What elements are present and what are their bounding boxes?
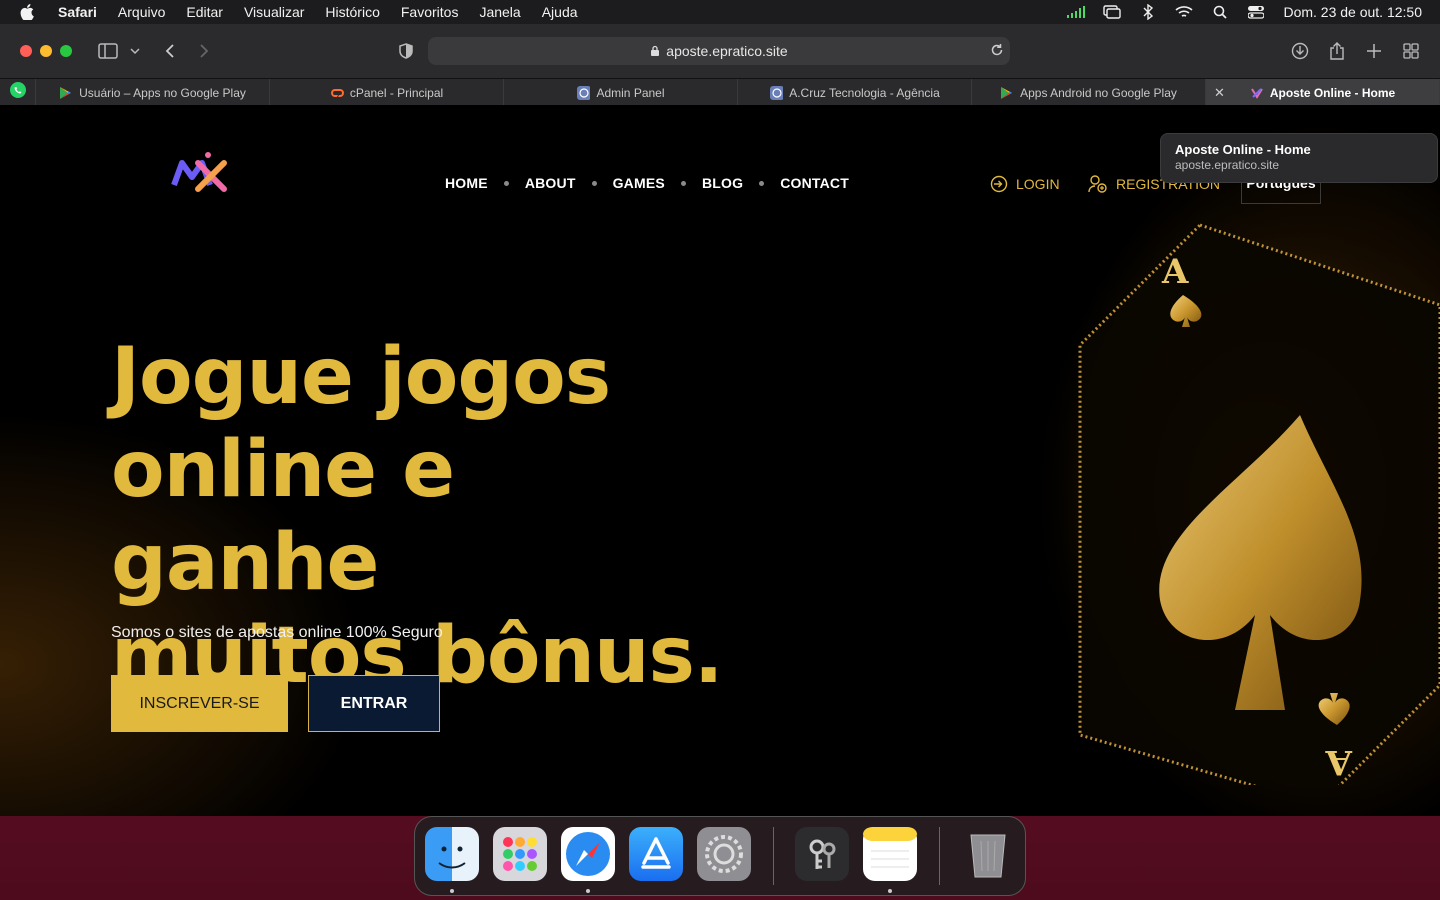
nav-about[interactable]: ABOUT (525, 175, 576, 191)
svg-text:A: A (1325, 742, 1353, 782)
menu-app-name[interactable]: Safari (58, 4, 97, 20)
tab-tooltip: Aposte Online - Home aposte.epratico.sit… (1160, 133, 1438, 183)
signup-button[interactable]: INSCREVER-SE (111, 675, 288, 732)
wifi-icon[interactable] (1175, 4, 1193, 20)
tab-usuario-apps[interactable]: Usuário – Apps no Google Play (36, 79, 270, 106)
nav-games[interactable]: GAMES (613, 175, 665, 191)
site-icon (769, 85, 784, 100)
launchpad-icon[interactable] (493, 827, 547, 881)
browser-toolbar: aposte.epratico.site (0, 24, 1440, 78)
nav-contact[interactable]: CONTACT (780, 175, 849, 191)
notes-icon[interactable] (863, 827, 917, 881)
web-page: HOME ABOUT GAMES BLOG CONTACT LOGIN REGI… (0, 105, 1440, 816)
menu-clock[interactable]: Dom. 23 de out. 12:50 (1283, 4, 1422, 20)
signal-strength-icon[interactable] (1067, 4, 1086, 20)
address-bar[interactable]: aposte.epratico.site (428, 37, 1010, 65)
downloads-icon[interactable] (1288, 39, 1312, 63)
finder-icon[interactable] (425, 827, 479, 881)
sidebar-toggle-icon[interactable] (96, 39, 120, 63)
tab-label: Usuário – Apps no Google Play (79, 85, 246, 100)
bluetooth-icon[interactable] (1139, 4, 1157, 20)
menu-ajuda[interactable]: Ajuda (542, 4, 578, 20)
nav-separator (591, 180, 597, 186)
menu-editar[interactable]: Editar (186, 4, 223, 20)
tab-apps-android[interactable]: Apps Android no Google Play (972, 79, 1206, 106)
menu-arquivo[interactable]: Arquivo (118, 4, 165, 20)
tooltip-title: Aposte Online - Home (1175, 142, 1311, 157)
privacy-shield-icon[interactable] (394, 39, 418, 63)
tab-label: Admin Panel (596, 85, 665, 100)
dock-separator (773, 827, 774, 885)
login-icon (990, 175, 1008, 193)
menu-bar: Safari Arquivo Editar Visualizar Históri… (0, 0, 1440, 24)
google-play-icon (1000, 86, 1014, 100)
menu-historico[interactable]: Histórico (325, 4, 379, 20)
tab-cpanel[interactable]: cPanel - Principal (270, 79, 504, 106)
running-indicator (888, 889, 892, 893)
whatsapp-icon (9, 81, 27, 104)
keychain-icon[interactable] (795, 827, 849, 881)
tab-label: Aposte Online - Home (1269, 85, 1396, 100)
hero-title-line: Jogue jogos (111, 332, 611, 422)
menu-visualizar[interactable]: Visualizar (244, 4, 304, 20)
spotlight-search-icon[interactable] (1211, 4, 1229, 20)
site-icon (576, 85, 591, 100)
google-play-icon (59, 86, 73, 100)
menu-janela[interactable]: Janela (479, 4, 520, 20)
hero-title: Jogue jogos online e ganhe muitos bônus. (111, 331, 731, 703)
running-indicator (450, 889, 454, 893)
dock (414, 816, 1026, 896)
screen-mirroring-icon[interactable] (1103, 4, 1122, 20)
site-logo[interactable] (168, 149, 232, 201)
zoom-window-button[interactable] (60, 45, 72, 57)
hero-title-line: online e ganhe (111, 425, 455, 608)
menu-favoritos[interactable]: Favoritos (401, 4, 459, 20)
close-window-button[interactable] (20, 45, 32, 57)
tab-label: cPanel - Principal (349, 85, 444, 100)
safari-window: aposte.epratico.site Usuário – Apps no G… (0, 24, 1440, 816)
hero-subtitle: Somos o sites de apostas online 100% Seg… (111, 624, 443, 641)
app-store-icon[interactable] (629, 827, 683, 881)
close-tab-icon[interactable]: ✕ (1214, 85, 1225, 101)
nav-separator (759, 180, 765, 186)
back-arrow-icon[interactable] (158, 39, 182, 63)
site-icon (1250, 86, 1264, 100)
chevron-down-icon[interactable] (123, 39, 147, 63)
nav-separator (503, 180, 509, 186)
minimize-window-button[interactable] (40, 45, 52, 57)
login-link[interactable]: LOGIN (990, 175, 1060, 193)
tab-aposte-online[interactable]: ✕ Aposte Online - Home (1206, 79, 1440, 106)
dock-separator (939, 827, 940, 885)
forward-arrow-icon[interactable] (192, 39, 216, 63)
cpanel-icon (330, 86, 344, 100)
safari-icon[interactable] (561, 827, 615, 881)
system-preferences-icon[interactable] (697, 827, 751, 881)
tooltip-url: aposte.epratico.site (1175, 158, 1280, 172)
apple-menu-icon[interactable] (20, 4, 36, 20)
reload-icon[interactable] (990, 43, 1004, 60)
tab-acruz[interactable]: A.Cruz Tecnologia - Agência (738, 79, 972, 106)
nav-separator (680, 180, 686, 186)
enter-button[interactable]: ENTRAR (308, 675, 440, 732)
control-center-icon[interactable] (1247, 4, 1265, 20)
nav-home[interactable]: HOME (445, 175, 488, 191)
svg-text:A: A (1161, 252, 1189, 292)
share-icon[interactable] (1325, 39, 1349, 63)
user-add-icon (1088, 175, 1108, 193)
tab-overview-icon[interactable] (1399, 39, 1423, 63)
tab-bar: Usuário – Apps no Google Play cPanel - P… (0, 78, 1440, 106)
url-text: aposte.epratico.site (666, 43, 788, 59)
login-label: LOGIN (1016, 176, 1060, 192)
nav-blog[interactable]: BLOG (702, 175, 743, 191)
tab-admin-panel[interactable]: Admin Panel (504, 79, 738, 106)
tab-label: Apps Android no Google Play (1020, 85, 1177, 100)
main-nav: HOME ABOUT GAMES BLOG CONTACT (445, 175, 849, 191)
lock-icon (650, 45, 660, 57)
tab-label: A.Cruz Tecnologia - Agência (789, 85, 940, 100)
trash-icon[interactable] (961, 827, 1015, 881)
pinned-tab-whatsapp[interactable] (0, 79, 36, 106)
new-tab-icon[interactable] (1362, 39, 1386, 63)
running-indicator (586, 889, 590, 893)
ace-of-spades-image: A A (1020, 205, 1440, 807)
